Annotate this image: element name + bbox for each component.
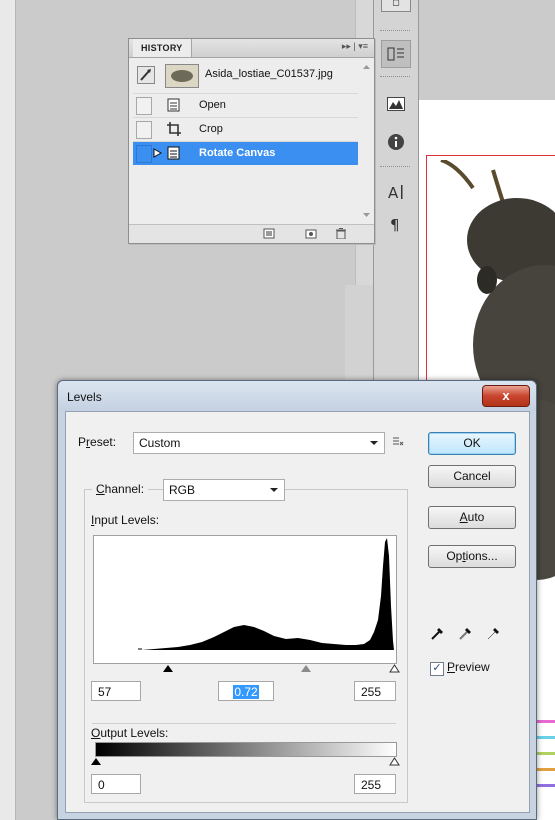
crop-icon — [167, 122, 181, 136]
output-white-field[interactable]: 255 — [354, 774, 396, 794]
chevron-down-icon — [370, 441, 378, 445]
preset-options-icon[interactable] — [392, 436, 404, 448]
panel-menu-icon[interactable]: ▸▸ | ▾≡ — [342, 41, 368, 52]
preview-checkbox[interactable]: ✓ — [430, 662, 444, 676]
cancel-button[interactable]: Cancel — [428, 465, 516, 488]
channel-dropdown[interactable]: RGB — [163, 479, 285, 501]
preset-value: Custom — [139, 436, 181, 450]
paragraph-icon[interactable]: ¶ — [381, 210, 411, 238]
close-button[interactable]: x — [482, 385, 530, 407]
levels-dialog: Levels x Preset: Custom OK Cancel Auto O… — [57, 380, 537, 820]
dialog-title-bar[interactable]: Levels x — [58, 381, 536, 411]
history-state-label: Crop — [199, 123, 223, 135]
left-panel-strip — [0, 0, 16, 820]
input-gamma-field[interactable]: 0.72 — [218, 681, 274, 701]
preset-label: Preset: — [78, 435, 117, 449]
history-snapshot[interactable]: Asida_lostiae_C01537.jpg — [133, 61, 358, 89]
history-state-open[interactable]: Open — [133, 93, 358, 117]
histogram — [93, 535, 397, 664]
brush-source-checkbox[interactable] — [136, 145, 152, 163]
dock-separator — [380, 76, 410, 79]
history-state-crop[interactable]: Crop — [133, 117, 358, 141]
black-point-eyedropper-icon[interactable] — [430, 625, 446, 641]
dialog-title: Levels — [67, 390, 102, 404]
dock-separator — [380, 30, 410, 33]
preview-label: Preview — [447, 660, 490, 674]
output-black-field[interactable]: 0 — [91, 774, 141, 794]
input-gamma-slider[interactable] — [301, 665, 311, 672]
rotate-state-icon — [167, 146, 180, 160]
output-black-point-slider[interactable] — [91, 758, 101, 765]
input-black-field[interactable]: 57 — [91, 681, 141, 701]
history-state-slider-icon[interactable] — [153, 148, 162, 158]
brush-source-checkbox[interactable] — [136, 121, 152, 139]
history-panel-header: HISTORY ▸▸ | ▾≡ — [129, 39, 374, 58]
history-panel: HISTORY ▸▸ | ▾≡ Asida_lostiae_C01537.jpg… — [128, 38, 375, 244]
brush-source-icon[interactable] — [137, 66, 155, 84]
info-icon[interactable] — [381, 128, 411, 156]
chevron-down-icon — [270, 488, 278, 492]
output-levels-label: Output Levels: — [91, 726, 169, 740]
brush-source-checkbox[interactable] — [136, 97, 152, 115]
svg-text:A: A — [388, 184, 399, 201]
history-scrollbar[interactable] — [361, 61, 372, 221]
character-icon[interactable]: A — [381, 178, 411, 206]
group-separator — [92, 723, 396, 724]
ok-button[interactable]: OK — [428, 432, 516, 455]
histogram-graph — [138, 538, 394, 650]
input-white-field[interactable]: 255 — [354, 681, 396, 701]
output-gradient-bar — [95, 742, 397, 757]
trash-icon[interactable] — [335, 228, 347, 239]
open-state-icon — [167, 98, 180, 112]
output-white-point-slider[interactable] — [389, 757, 400, 766]
history-icon[interactable] — [381, 40, 411, 68]
auto-button[interactable]: Auto — [428, 506, 516, 529]
dock-separator — [380, 166, 410, 169]
history-state-rotate-canvas[interactable]: Rotate Canvas — [133, 141, 358, 165]
history-panel-footer — [129, 224, 374, 243]
channel-value: RGB — [169, 483, 196, 497]
snapshot-label: Asida_lostiae_C01537.jpg — [205, 68, 333, 80]
gamma-value-selected: 0.72 — [233, 685, 259, 699]
history-tab[interactable]: HISTORY — [133, 39, 192, 57]
history-states-list: Open Crop Rotate Canvas — [133, 93, 358, 165]
preset-dropdown[interactable]: Custom — [133, 432, 385, 454]
input-black-point-slider[interactable] — [163, 665, 173, 672]
white-point-eyedropper-icon[interactable] — [486, 625, 502, 641]
options-button[interactable]: Options... — [428, 545, 516, 568]
dialog-client-area: Preset: Custom OK Cancel Auto Options...… — [65, 411, 530, 813]
history-state-label: Open — [199, 99, 226, 111]
new-document-from-state-icon[interactable] — [263, 228, 275, 239]
history-state-label: Rotate Canvas — [199, 147, 276, 159]
svg-text:¶: ¶ — [390, 216, 400, 233]
input-white-point-slider[interactable] — [389, 664, 400, 673]
histogram-icon[interactable] — [381, 90, 411, 118]
dock-collapsed-icon[interactable]: ▢ — [381, 0, 411, 12]
input-levels-label: Input Levels: — [91, 513, 160, 527]
snapshot-thumbnail — [165, 64, 199, 88]
gray-point-eyedropper-icon[interactable] — [458, 625, 474, 641]
channel-label: Channel: — [92, 482, 149, 496]
camera-snapshot-icon[interactable] — [305, 228, 317, 239]
